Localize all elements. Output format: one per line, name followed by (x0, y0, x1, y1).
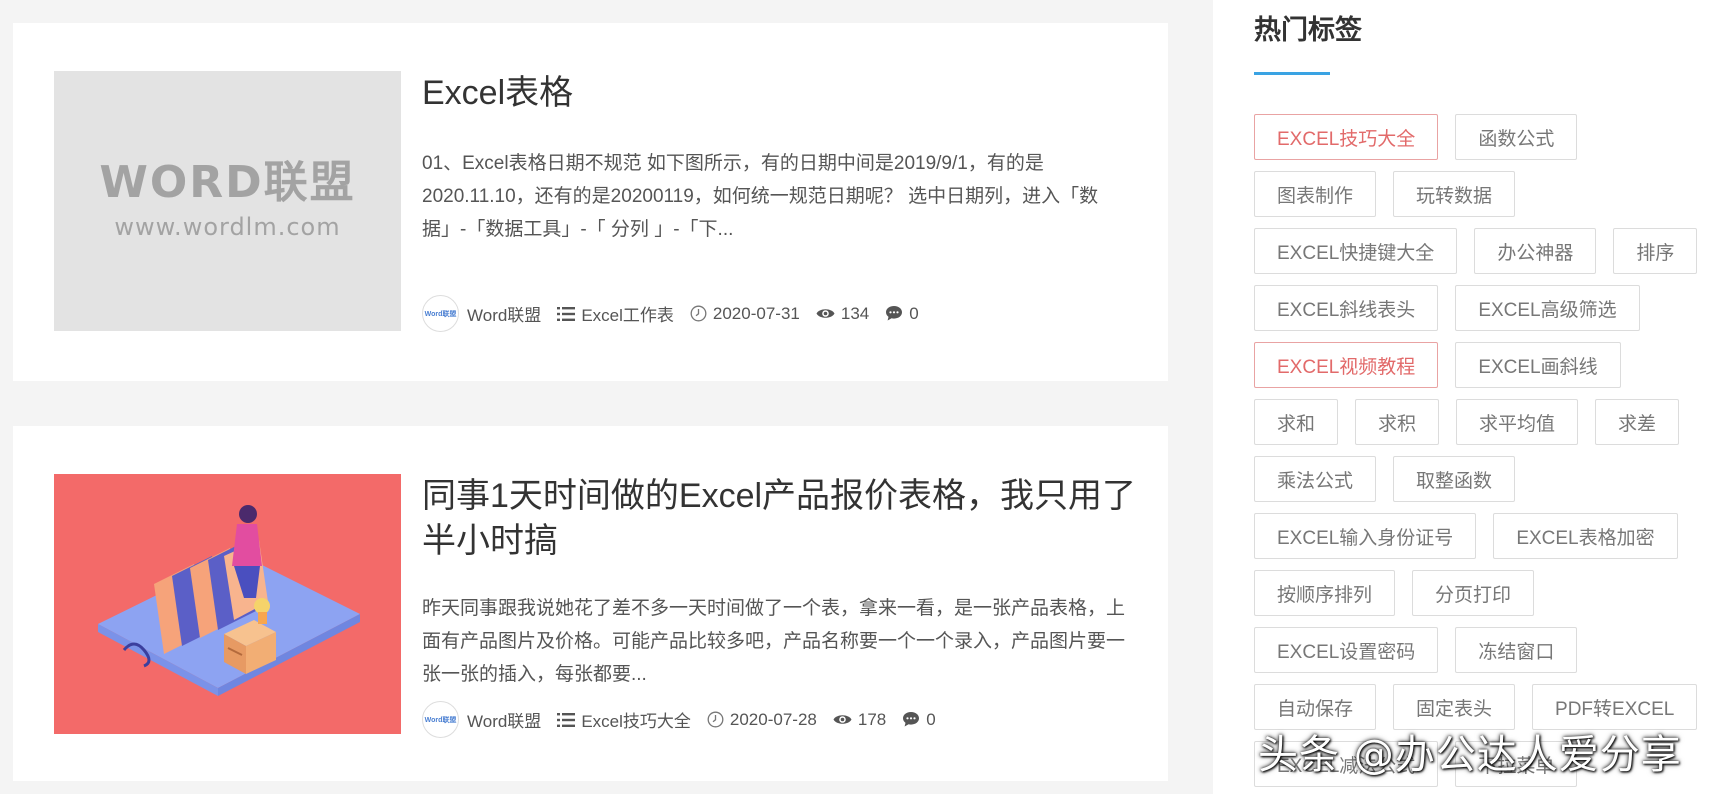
tag-row: EXCEL技巧大全 函数公式 (1254, 114, 1714, 160)
tag-link[interactable]: 取整函数 (1393, 456, 1516, 502)
tag-link[interactable]: 求和 (1254, 399, 1339, 445)
tag-link[interactable]: EXCEL表格加密 (1493, 513, 1678, 559)
list-icon (557, 306, 576, 322)
list-icon (557, 712, 576, 728)
author-name: Word联盟 (467, 712, 542, 731)
post-title[interactable]: Excel表格 (422, 71, 1122, 116)
tag-link[interactable]: 按顺序排列 (1254, 570, 1396, 616)
tag-row: EXCEL斜线表头 EXCEL高级筛选 (1254, 285, 1714, 331)
date-value: 2020-07-31 (712, 303, 800, 323)
post-meta: Word联盟 Word联盟 Excel工作表 2020-07-31 134 0 (422, 295, 935, 332)
tag-row: 乘法公式 取整函数 (1254, 456, 1714, 502)
avatar: Word联盟 (422, 295, 459, 332)
tag-link[interactable]: 下拉菜单 (1455, 741, 1578, 787)
tag-link[interactable]: 自动保存 (1254, 684, 1377, 730)
tag-link[interactable]: 求差 (1595, 399, 1680, 445)
tag-row: EXCEL减法公式 下拉菜单 (1254, 741, 1714, 787)
avatar: Word联盟 (422, 701, 459, 738)
tag-link[interactable]: EXCEL设置密码 (1254, 627, 1439, 673)
tag-link[interactable]: EXCEL技巧大全 (1254, 114, 1439, 160)
post-thumbnail[interactable]: WORD联盟 www.wordlm.com (54, 71, 401, 331)
author-link[interactable]: Word联盟 Word联盟 (422, 295, 541, 332)
tag-link[interactable]: 办公神器 (1474, 228, 1597, 274)
view-count: 178 (833, 710, 886, 730)
wordlm-url: www.wordlm.com (114, 213, 341, 241)
wordlm-logo: WORD联盟 (99, 157, 356, 208)
post-date: 2020-07-31 (690, 304, 800, 324)
tag-link[interactable]: 求平均值 (1456, 399, 1579, 445)
post-date: 2020-07-28 (707, 710, 817, 730)
tag-link[interactable]: 分页打印 (1412, 570, 1535, 616)
eye-icon (833, 713, 852, 726)
tag-row: EXCEL输入身份证号 EXCEL表格加密 (1254, 513, 1714, 559)
post-card: WORD联盟 www.wordlm.com Excel表格 01、Excel表格… (13, 23, 1168, 381)
post-excerpt: 昨天同事跟我说她花了差不多一天时间做了一个表，拿来一看，是一张产品表格，上面有产… (422, 598, 1126, 685)
comment-count[interactable]: 0 (885, 303, 919, 324)
comment-icon (885, 305, 903, 322)
category-label: Excel技巧大全 (581, 712, 691, 731)
tag-link[interactable]: EXCEL画斜线 (1455, 342, 1621, 388)
category-label: Excel工作表 (581, 306, 674, 325)
tag-link[interactable]: EXCEL斜线表头 (1254, 285, 1439, 331)
tag-row: 求和 求积 求平均值 求差 (1254, 399, 1714, 445)
tag-link[interactable]: EXCEL输入身份证号 (1254, 513, 1477, 559)
comments-value: 0 (909, 303, 919, 323)
tag-link[interactable]: 固定表头 (1393, 684, 1516, 730)
tag-cloud: EXCEL技巧大全 函数公式 图表制作 玩转数据 EXCEL快捷键大全 办公神器 排序 EXC… (1254, 114, 1714, 794)
views-value: 178 (857, 709, 887, 729)
clock-icon (707, 711, 724, 728)
views-value: 134 (840, 303, 870, 323)
post-title[interactable]: 同事1天时间做的Excel产品报价表格，我只用了半小时搞 (422, 474, 1142, 564)
tag-link[interactable]: 函数公式 (1455, 114, 1578, 160)
date-value: 2020-07-28 (729, 709, 817, 729)
tag-row: 按顺序排列 分页打印 (1254, 570, 1714, 616)
tag-row: EXCEL设置密码 冻结窗口 (1254, 627, 1714, 673)
tag-link[interactable]: 排序 (1613, 228, 1698, 274)
office-illustration (54, 474, 401, 734)
comments-value: 0 (926, 709, 936, 729)
tag-link[interactable]: EXCEL快捷键大全 (1254, 228, 1458, 274)
post-list: WORD联盟 www.wordlm.com Excel表格 01、Excel表格… (0, 0, 1190, 794)
title-underline (1254, 72, 1330, 75)
tag-link[interactable]: 乘法公式 (1254, 456, 1377, 502)
comment-count[interactable]: 0 (902, 709, 936, 730)
comment-icon (902, 711, 920, 728)
category-link[interactable]: Excel技巧大全 (557, 707, 691, 732)
post-thumbnail[interactable] (54, 474, 401, 734)
post-meta: Word联盟 Word联盟 Excel技巧大全 2020-07-28 178 0 (422, 701, 952, 738)
tag-link[interactable]: 图表制作 (1254, 171, 1377, 217)
tag-link[interactable]: EXCEL减法公式 (1254, 741, 1439, 787)
tag-row: 自动保存 固定表头 PDF转EXCEL (1254, 684, 1714, 730)
tag-row: 图表制作 玩转数据 (1254, 171, 1714, 217)
tag-link[interactable]: 玩转数据 (1393, 171, 1516, 217)
eye-icon (816, 307, 835, 320)
post-card: 同事1天时间做的Excel产品报价表格，我只用了半小时搞 昨天同事跟我说她花了差… (13, 426, 1168, 781)
tag-link[interactable]: 求积 (1355, 399, 1440, 445)
tag-row: EXCEL快捷键大全 办公神器 排序 (1254, 228, 1714, 274)
clock-icon (690, 305, 707, 322)
tag-link[interactable]: EXCEL高级筛选 (1455, 285, 1640, 331)
post-excerpt: 01、Excel表格日期不规范 如下图所示，有的日期中间是2019/9/1，有的… (422, 153, 1099, 240)
author-name: Word联盟 (467, 306, 542, 325)
category-link[interactable]: Excel工作表 (557, 301, 674, 326)
author-link[interactable]: Word联盟 Word联盟 (422, 701, 541, 738)
tag-link[interactable]: 冻结窗口 (1455, 627, 1578, 673)
view-count: 134 (816, 304, 869, 324)
sidebar: 热门标签 EXCEL技巧大全 函数公式 图表制作 玩转数据 EXCEL快捷键大全 办公神器… (1213, 0, 1726, 794)
tag-link[interactable]: PDF转EXCEL (1532, 684, 1698, 730)
tag-link[interactable]: EXCEL视频教程 (1254, 342, 1439, 388)
hot-tags-title: 热门标签 (1254, 15, 1362, 45)
tag-row: EXCEL视频教程 EXCEL画斜线 (1254, 342, 1714, 388)
